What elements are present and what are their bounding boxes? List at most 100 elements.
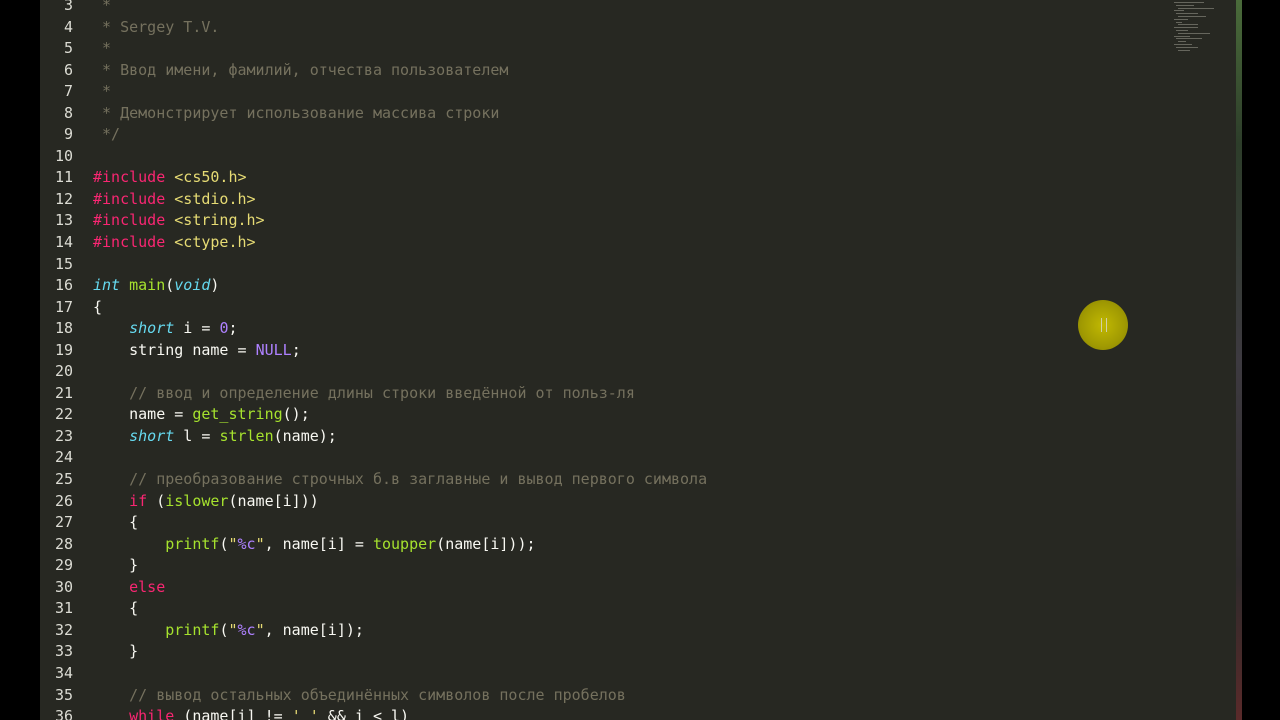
code-line[interactable]: 6 * Ввод имени, фамилий, отчества пользо… <box>40 60 707 82</box>
line-text: #include <string.h> <box>93 211 265 230</box>
line-number: 8 <box>63 103 73 122</box>
line-text: string name = NULL; <box>93 340 301 359</box>
code-line[interactable]: 10 <box>40 146 707 168</box>
line-text: else <box>129 577 166 596</box>
code-line[interactable]: 15 <box>40 254 707 276</box>
code-line[interactable]: 31 { <box>40 598 707 620</box>
line-number: 9 <box>63 125 73 144</box>
code-line[interactable]: 28 printf("%c", name[i] = toupper(name[i… <box>40 534 707 556</box>
line-number: 17 <box>54 297 73 316</box>
minimap-line <box>1176 4 1194 6</box>
code-line[interactable]: 32 printf("%c", name[i]); <box>40 620 707 642</box>
line-text: { <box>93 513 139 532</box>
code-area[interactable]: 3 * 4 * Sergey T.V. 5 * 6 * Ввод имени, фам… <box>40 0 707 720</box>
line-text: */ <box>93 125 121 144</box>
minimap[interactable] <box>1174 0 1224 55</box>
line-text: // вывод остальных объединённых символов… <box>129 685 626 704</box>
code-line[interactable]: 9 */ <box>40 124 707 146</box>
code-line[interactable]: 17 { <box>40 297 707 319</box>
line-number: 13 <box>54 211 73 230</box>
line-number: 30 <box>54 577 73 596</box>
line-number: 31 <box>54 599 73 618</box>
minimap-line <box>1178 41 1186 43</box>
line-text: printf("%c", name[i]); <box>165 620 364 639</box>
text-cursor-icon <box>1101 318 1107 332</box>
line-text: { <box>93 599 139 618</box>
code-line[interactable]: 22 name = get_string(); <box>40 404 707 426</box>
minimap-line <box>1178 7 1214 9</box>
line-number: 4 <box>63 17 73 36</box>
line-text: while (name[i] != ' ' && i < l) <box>129 707 410 720</box>
line-text: name = get_string(); <box>93 405 310 424</box>
line-text: #include <cs50.h> <box>93 168 247 187</box>
line-text: * Sergey T.V. <box>93 17 220 36</box>
line-text: } <box>93 642 139 661</box>
code-editor[interactable]: 3 * 4 * Sergey T.V. 5 * 6 * Ввод имени, фам… <box>40 0 1240 720</box>
line-text: } <box>93 556 139 575</box>
screen: 3 * 4 * Sergey T.V. 5 * 6 * Ввод имени, фам… <box>0 0 1280 720</box>
code-line[interactable]: 13 #include <string.h> <box>40 210 707 232</box>
line-text: * <box>93 39 112 58</box>
line-text: * Ввод имени, фамилий, отчества пользова… <box>93 60 509 79</box>
line-text: if (islower(name[i])) <box>129 491 319 510</box>
line-number: 5 <box>63 39 73 58</box>
line-text: int main(void) <box>93 276 220 295</box>
line-number: 19 <box>54 340 73 359</box>
minimap-line <box>1176 30 1188 31</box>
line-text: * Демонстрирует использование массива ст… <box>93 103 500 122</box>
code-line[interactable]: 35 // вывод остальных объединённых симво… <box>40 685 707 707</box>
line-number: 20 <box>54 362 73 381</box>
code-line[interactable]: 24 <box>40 447 707 469</box>
minimap-line <box>1178 24 1198 26</box>
code-line[interactable]: 3 * <box>40 0 707 17</box>
code-line[interactable]: 21 // ввод и определение длины строки вв… <box>40 383 707 405</box>
code-line[interactable]: 14 #include <ctype.h> <box>40 232 707 254</box>
line-number: 11 <box>54 168 73 187</box>
code-line[interactable]: 12 #include <stdio.h> <box>40 189 707 211</box>
code-line[interactable]: 34 <box>40 663 707 685</box>
line-text: printf("%c", name[i] = toupper(name[i]))… <box>165 534 536 553</box>
code-line[interactable]: 36 while (name[i] != ' ' && i < l) <box>40 706 707 720</box>
line-number: 18 <box>54 319 73 338</box>
minimap-line <box>1174 2 1204 3</box>
line-number: 33 <box>54 642 73 661</box>
code-line[interactable]: 20 <box>40 361 707 383</box>
line-number: 14 <box>54 233 73 252</box>
code-line[interactable]: 23 short l = strlen(name); <box>40 426 707 448</box>
minimap-line <box>1174 18 1188 20</box>
line-text: * <box>93 0 112 14</box>
minimap-line <box>1176 38 1202 40</box>
line-text: short l = strlen(name); <box>129 426 337 445</box>
line-text: // ввод и определение длины строки введё… <box>129 383 635 402</box>
line-text: // преобразование строчных б.в заглавные… <box>129 470 708 489</box>
code-line[interactable]: 27 { <box>40 512 707 534</box>
minimap-line <box>1178 16 1206 17</box>
code-line[interactable]: 5 * <box>40 38 707 60</box>
line-number: 16 <box>54 276 73 295</box>
code-line[interactable]: 4 * Sergey T.V. <box>40 17 707 39</box>
code-line[interactable]: 19 string name = NULL; <box>40 340 707 362</box>
line-number: 35 <box>54 685 73 704</box>
minimap-line <box>1176 21 1182 23</box>
code-line[interactable]: 16 int main(void) <box>40 275 707 297</box>
minimap-line <box>1174 10 1184 12</box>
code-line[interactable]: 7 * <box>40 81 707 103</box>
line-number: 29 <box>54 556 73 575</box>
line-number: 6 <box>63 60 73 79</box>
code-line[interactable]: 18 short i = 0; <box>40 318 707 340</box>
code-line[interactable]: 29 } <box>40 555 707 577</box>
code-line[interactable]: 33 } <box>40 641 707 663</box>
minimap-line <box>1176 13 1198 15</box>
code-line[interactable]: 26 if (islower(name[i])) <box>40 491 707 513</box>
line-text: { <box>93 297 103 316</box>
code-line[interactable]: 11 #include <cs50.h> <box>40 167 707 189</box>
line-text: * <box>93 82 112 101</box>
code-line[interactable]: 25 // преобразование строчных б.в заглав… <box>40 469 707 491</box>
code-line[interactable]: 30 else <box>40 577 707 599</box>
minimap-line <box>1178 32 1210 34</box>
line-number: 25 <box>54 470 73 489</box>
line-number: 10 <box>54 146 73 165</box>
line-number: 32 <box>54 620 73 639</box>
code-line[interactable]: 8 * Демонстрирует использование массива … <box>40 103 707 125</box>
minimap-line <box>1174 44 1192 45</box>
